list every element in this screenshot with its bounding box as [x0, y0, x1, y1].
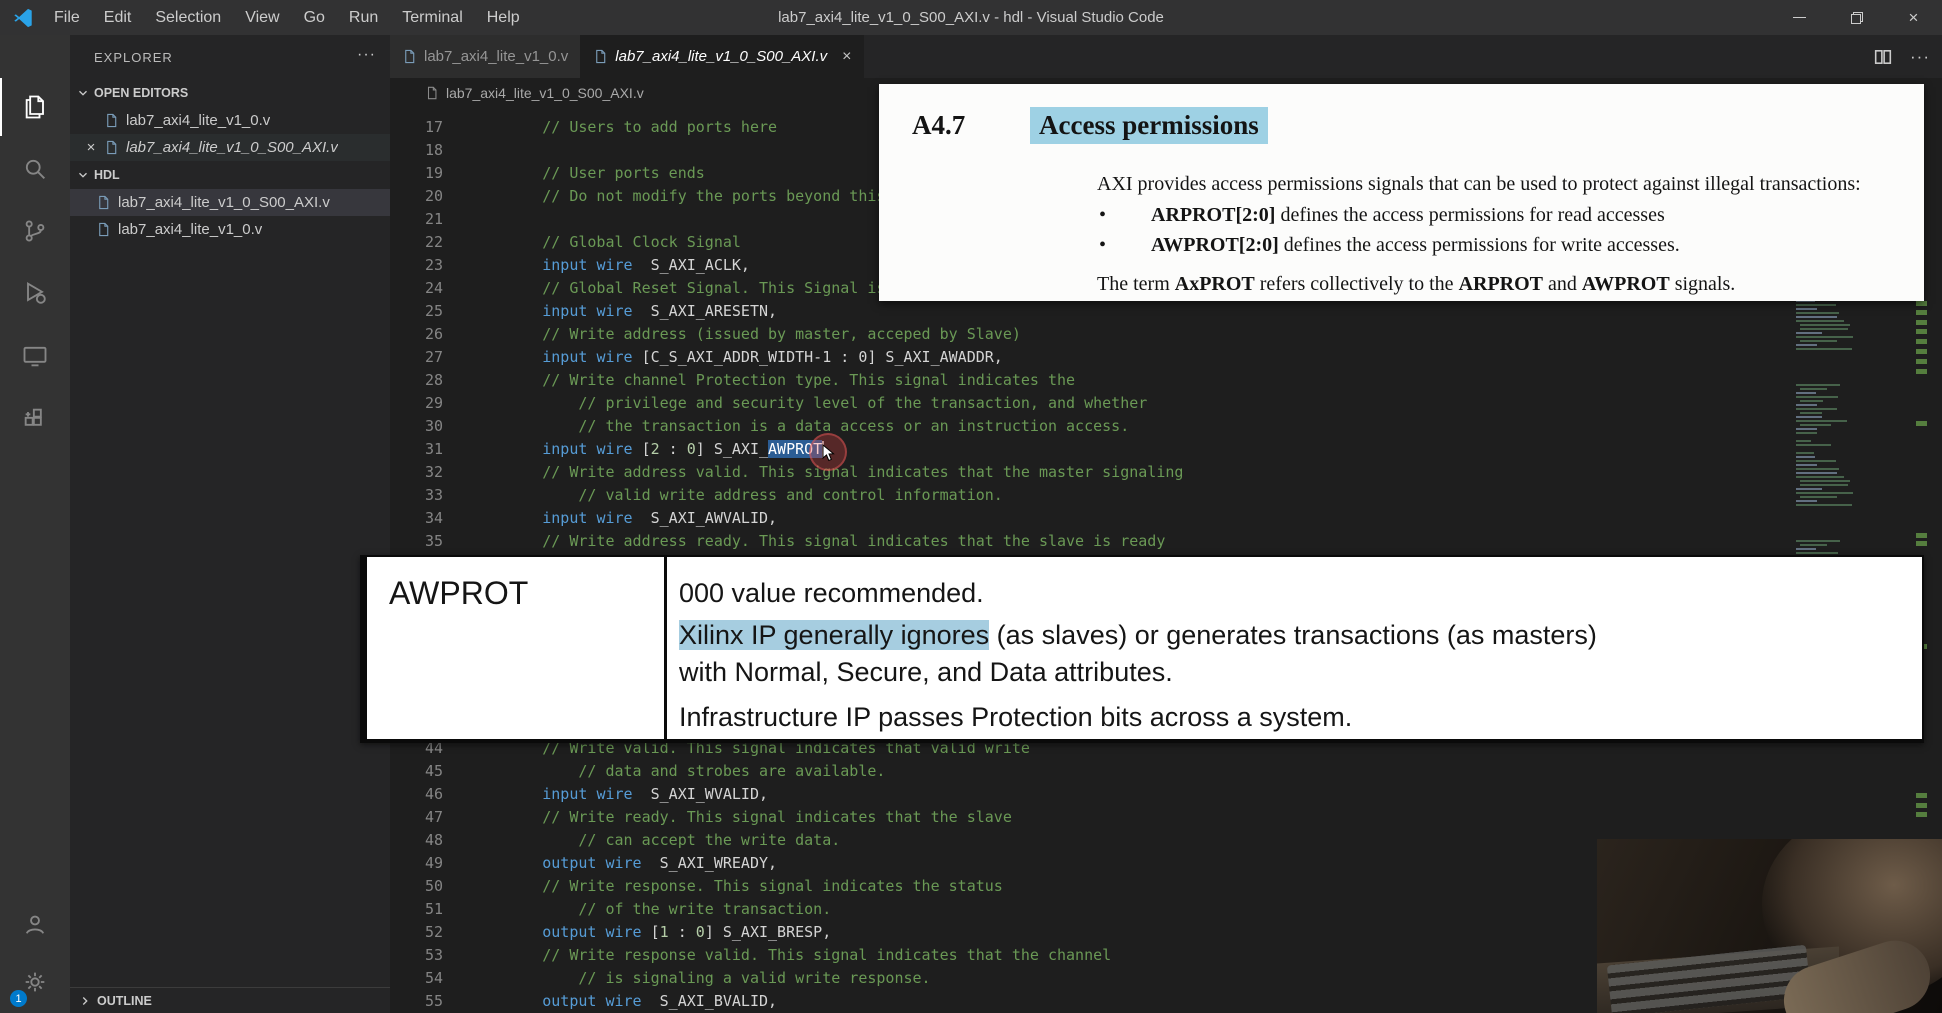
settings-badge: 1 [10, 990, 27, 1007]
code-line[interactable]: 26 // Write address (issued by master, a… [390, 323, 1942, 346]
vscode-window: File Edit Selection View Go Run Terminal… [0, 0, 1942, 1013]
split-editor-icon[interactable] [1874, 48, 1892, 66]
file-icon [99, 195, 109, 210]
doc-bullet: • ARPROT[2:0] defines the access permissi… [1099, 204, 1665, 226]
vscode-logo-icon [14, 8, 32, 27]
code-line[interactable]: 45 // data and strobes are available. [390, 760, 1942, 783]
source-control-icon[interactable] [0, 202, 70, 260]
doc-bullet: • AWPROT[2:0] defines the access permissi… [1099, 234, 1680, 256]
minimize-button[interactable] [1771, 0, 1828, 35]
code-line[interactable]: 25 input wire S_AXI_ARESETN, [390, 300, 1942, 323]
code-line[interactable]: 46 input wire S_AXI_WVALID, [390, 783, 1942, 806]
code-line[interactable]: 32 // Write address valid. This signal i… [390, 461, 1942, 484]
open-editor-item[interactable]: lab7_axi4_lite_v1_0.v [70, 107, 390, 134]
doc-footer-text: The term AxPROT refers collectively to t… [1097, 273, 1736, 295]
table-divider [664, 557, 667, 739]
table-signal-name: AWPROT [389, 575, 529, 611]
code-line[interactable]: 30 // the transaction is a data access o… [390, 415, 1942, 438]
outline-section[interactable]: OUTLINE [70, 987, 390, 1013]
code-line[interactable]: 29 // privilege and security level of th… [390, 392, 1942, 415]
file-icon [427, 86, 437, 100]
activity-bar: 1 [0, 35, 70, 1013]
chevron-down-icon [79, 172, 87, 178]
run-debug-icon[interactable] [0, 264, 70, 322]
menu-go[interactable]: Go [292, 0, 337, 35]
search-icon[interactable] [0, 140, 70, 198]
cursor-arrow-icon [822, 444, 835, 462]
file-icon [107, 140, 117, 155]
explorer-icon[interactable] [0, 78, 70, 136]
file-icon [596, 49, 606, 64]
tab-bar: lab7_axi4_lite_v1_0.v lab7_axi4_lite_v1_… [390, 35, 1942, 78]
table-line-2: Xilinx IP generally ignores (as slaves) … [679, 620, 1597, 650]
remote-explorer-icon[interactable] [0, 327, 70, 385]
chevron-down-icon [79, 90, 87, 96]
file-icon [107, 113, 117, 128]
account-icon[interactable] [0, 895, 70, 953]
menu-terminal[interactable]: Terminal [390, 0, 474, 35]
table-highlighted-text: Xilinx IP generally ignores [679, 620, 990, 650]
settings-gear-icon[interactable]: 1 [0, 953, 70, 1011]
menu-view[interactable]: View [233, 0, 291, 35]
awprot-table-overlay: AWPROT 000 value recommended. Xilinx IP … [360, 555, 1924, 743]
open-editors-section[interactable]: OPEN EDITORS [70, 79, 390, 107]
doc-intro-text: AXI provides access permissions signals … [1097, 173, 1861, 195]
menu-help[interactable]: Help [475, 0, 532, 35]
titlebar: File Edit Selection View Go Run Terminal… [0, 0, 1942, 35]
close-tab-icon[interactable]: × [842, 48, 851, 66]
code-line[interactable]: 33 // valid write address and control in… [390, 484, 1942, 507]
tab-s00-axi[interactable]: lab7_axi4_lite_v1_0_S00_AXI.v × [581, 35, 865, 78]
webcam-overlay [1597, 839, 1942, 1013]
code-line[interactable]: 28 // Write channel Protection type. Thi… [390, 369, 1942, 392]
code-line[interactable]: 47 // Write ready. This signal indicates… [390, 806, 1942, 829]
file-icon [405, 49, 415, 64]
chevron-right-icon [82, 996, 88, 1005]
menu-edit[interactable]: Edit [92, 0, 144, 35]
spec-doc-overlay: A4.7 Access permissions AXI provides acc… [879, 84, 1924, 301]
code-line[interactable]: 35 // Write address ready. This signal i… [390, 530, 1942, 553]
menu-file[interactable]: File [42, 0, 92, 35]
tab-lab7-top[interactable]: lab7_axi4_lite_v1_0.v [390, 35, 582, 78]
editor-more-actions-icon[interactable]: ··· [1910, 47, 1930, 67]
explorer-sidebar: EXPLORER ··· OPEN EDITORS lab7_axi4_lite… [70, 35, 390, 1013]
extensions-icon[interactable] [0, 390, 70, 448]
explorer-actions-icon[interactable]: ··· [357, 46, 376, 79]
menu-selection[interactable]: Selection [143, 0, 233, 35]
code-line[interactable]: 34 input wire S_AXI_AWVALID, [390, 507, 1942, 530]
doc-heading-highlighted: Access permissions [1030, 107, 1268, 144]
tree-item-s00-axi[interactable]: lab7_axi4_lite_v1_0_S00_AXI.v [70, 189, 390, 216]
menubar: File Edit Selection View Go Run Terminal… [42, 0, 532, 35]
restore-button[interactable] [1828, 0, 1885, 35]
window-controls: × [1771, 0, 1942, 35]
file-icon [99, 222, 109, 237]
mouse-cursor [809, 433, 847, 471]
folder-hdl-section[interactable]: HDL [70, 161, 390, 189]
code-line[interactable]: 31 input wire [2 : 0] S_AXI_AWPROT, [390, 438, 1942, 461]
doc-section-number: A4.7 [912, 110, 966, 140]
tree-item-top[interactable]: lab7_axi4_lite_v1_0.v [70, 216, 390, 243]
close-button[interactable]: × [1885, 0, 1942, 35]
menu-run[interactable]: Run [337, 0, 390, 35]
table-line-4: Infrastructure IP passes Protection bits… [679, 702, 1353, 732]
code-line[interactable]: 27 input wire [C_S_AXI_ADDR_WIDTH-1 : 0]… [390, 346, 1942, 369]
table-line-1: 000 value recommended. [679, 578, 984, 608]
open-editor-item-active[interactable]: × lab7_axi4_lite_v1_0_S00_AXI.v [70, 134, 390, 161]
close-editor-icon[interactable]: × [78, 139, 104, 156]
sidebar-title: EXPLORER [94, 50, 173, 65]
table-line-3: with Normal, Secure, and Data attributes… [679, 657, 1173, 687]
